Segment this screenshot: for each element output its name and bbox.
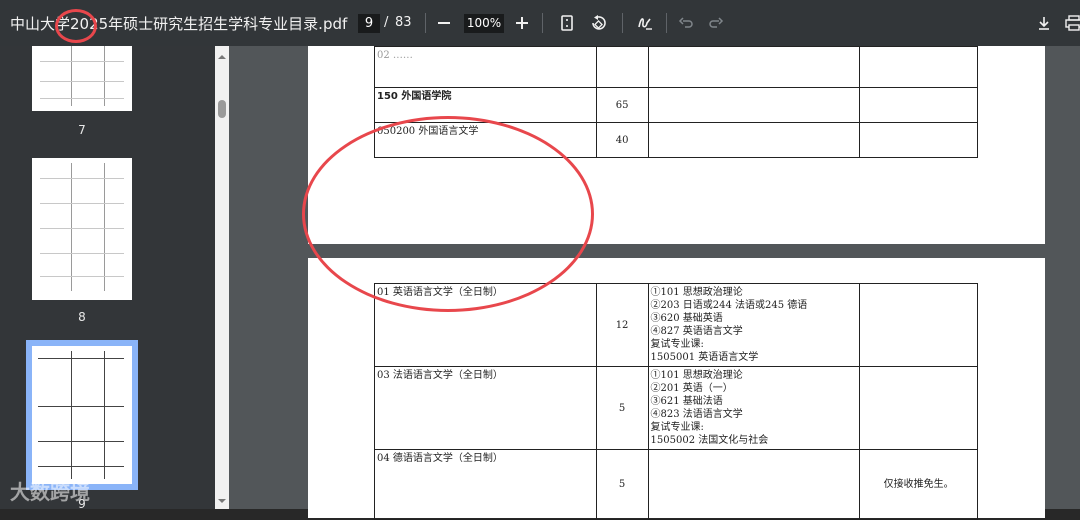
page-thumbnail[interactable] (32, 158, 132, 300)
major-name: 02 …… (377, 50, 413, 61)
exam-subjects-cell: ①101 思想政治理论 ②201 英语（一） ③621 基础法语 ④823 法语… (647, 366, 861, 450)
undo-icon (678, 17, 693, 28)
note-cell (859, 366, 978, 450)
exam-subject: ④823 法语语言文学 (650, 409, 743, 420)
major-name-cell: 04 德语语言文学（全日制） (374, 449, 597, 520)
exam-subjects-cell (647, 87, 861, 123)
scroll-up-arrow-icon[interactable] (215, 52, 229, 62)
exam-subject: ①101 思想政治理论 (650, 287, 743, 298)
major-name-cell: 03 法语语言文学（全日制） (374, 366, 597, 450)
retest-label: 复试专业课: (650, 339, 704, 350)
sidebar-scroll-thumb[interactable] (218, 100, 226, 118)
catalog-table: 01 英语语言文学（全日制） 12 ①101 思想政治理论 ②203 日语或24… (374, 283, 978, 520)
enrollment-cell: 40 (595, 122, 649, 158)
exam-subject: ①101 思想政治理论 (650, 370, 743, 381)
note-cell (859, 283, 978, 367)
enrollment-cell: 65 (595, 87, 649, 123)
exam-subjects-cell: ①101 思想政治理论 ②203 日语或244 法语或245 德语 ③620 基… (647, 283, 861, 367)
exam-subject: ③620 基础英语 (650, 313, 723, 324)
redo-button[interactable] (704, 11, 728, 35)
table-row: 03 法语语言文学（全日制） 5 ①101 思想政治理论 ②201 英语（一） … (374, 366, 978, 450)
college-name: 150 外国语学院 (377, 91, 452, 102)
toolbar-divider (425, 13, 426, 33)
plus-icon (516, 17, 528, 29)
page-total: 83 (395, 15, 412, 30)
redo-icon (709, 17, 724, 28)
pdf-toolbar: 中山大学2025年硕士研究生招生学科专业目录.pdf 9 / 83 100% (0, 0, 1080, 46)
download-button[interactable] (1032, 11, 1056, 35)
zoom-input[interactable]: 100% (464, 14, 504, 33)
thumbnail-page-number: 8 (78, 310, 86, 324)
major-name: 03 法语语言文学（全日制） (377, 370, 503, 381)
page-number-input[interactable]: 9 (358, 14, 380, 33)
page-thumbnail[interactable] (32, 46, 132, 111)
toolbar-divider (542, 13, 543, 33)
exam-subjects-cell (647, 449, 861, 520)
watermark-text: 大数跨境 (10, 480, 90, 504)
note-cell (859, 87, 978, 123)
print-icon (1065, 15, 1080, 31)
note-cell (859, 46, 978, 88)
major-name: 04 德语语言文学（全日制） (377, 453, 503, 464)
exam-subject: ②201 英语（一） (650, 383, 733, 394)
retest-subject: 1505002 法国文化与社会 (650, 435, 769, 446)
retest-subject: 1505001 英语语言文学 (650, 352, 759, 363)
annotation-circle-large (302, 116, 594, 312)
thumbnail-page-number: 7 (78, 123, 86, 137)
table-row: 02 …… (374, 46, 978, 88)
scroll-down-arrow-icon[interactable] (215, 496, 229, 506)
rotate-button[interactable] (586, 11, 610, 35)
download-icon (1039, 17, 1049, 30)
undo-button[interactable] (674, 11, 698, 35)
pen-squiggle-icon (638, 18, 652, 30)
toolbar-divider (666, 13, 667, 33)
exam-subject: ③621 基础法语 (650, 396, 723, 407)
note-cell (859, 122, 978, 158)
page-separator: / (384, 15, 389, 30)
zoom-in-button[interactable] (510, 11, 534, 35)
draw-button[interactable] (633, 11, 657, 35)
thumbnail-sidebar: 7 8 9 (0, 46, 229, 511)
college-name-cell: 150 外国语学院 (374, 87, 597, 123)
major-name-cell: 02 …… (374, 46, 597, 88)
zoom-out-button[interactable] (432, 11, 456, 35)
retest-label: 复试专业课: (650, 422, 704, 433)
annotation-circle-small (55, 9, 97, 43)
print-button[interactable] (1062, 11, 1080, 35)
enrollment-cell: 5 (595, 449, 649, 520)
enrollment-cell (595, 46, 649, 88)
exam-subject: ④827 英语语言文学 (650, 326, 743, 337)
minus-icon (438, 22, 450, 24)
fit-page-button[interactable] (555, 11, 579, 35)
enrollment-cell: 12 (595, 283, 649, 367)
rotate-icon (592, 15, 606, 30)
toolbar-divider (622, 13, 623, 33)
exam-subjects-cell (647, 122, 861, 158)
note-cell: 仅接收推免生。 (859, 449, 978, 520)
exam-subjects-cell (647, 46, 861, 88)
page-thumbnail-selected[interactable] (32, 346, 132, 484)
fit-page-icon (561, 15, 573, 31)
exam-subject: ②203 日语或244 法语或245 德语 (650, 300, 808, 311)
enrollment-cell: 5 (595, 366, 649, 450)
table-row: 04 德语语言文学（全日制） 5 仅接收推免生。 (374, 449, 978, 520)
